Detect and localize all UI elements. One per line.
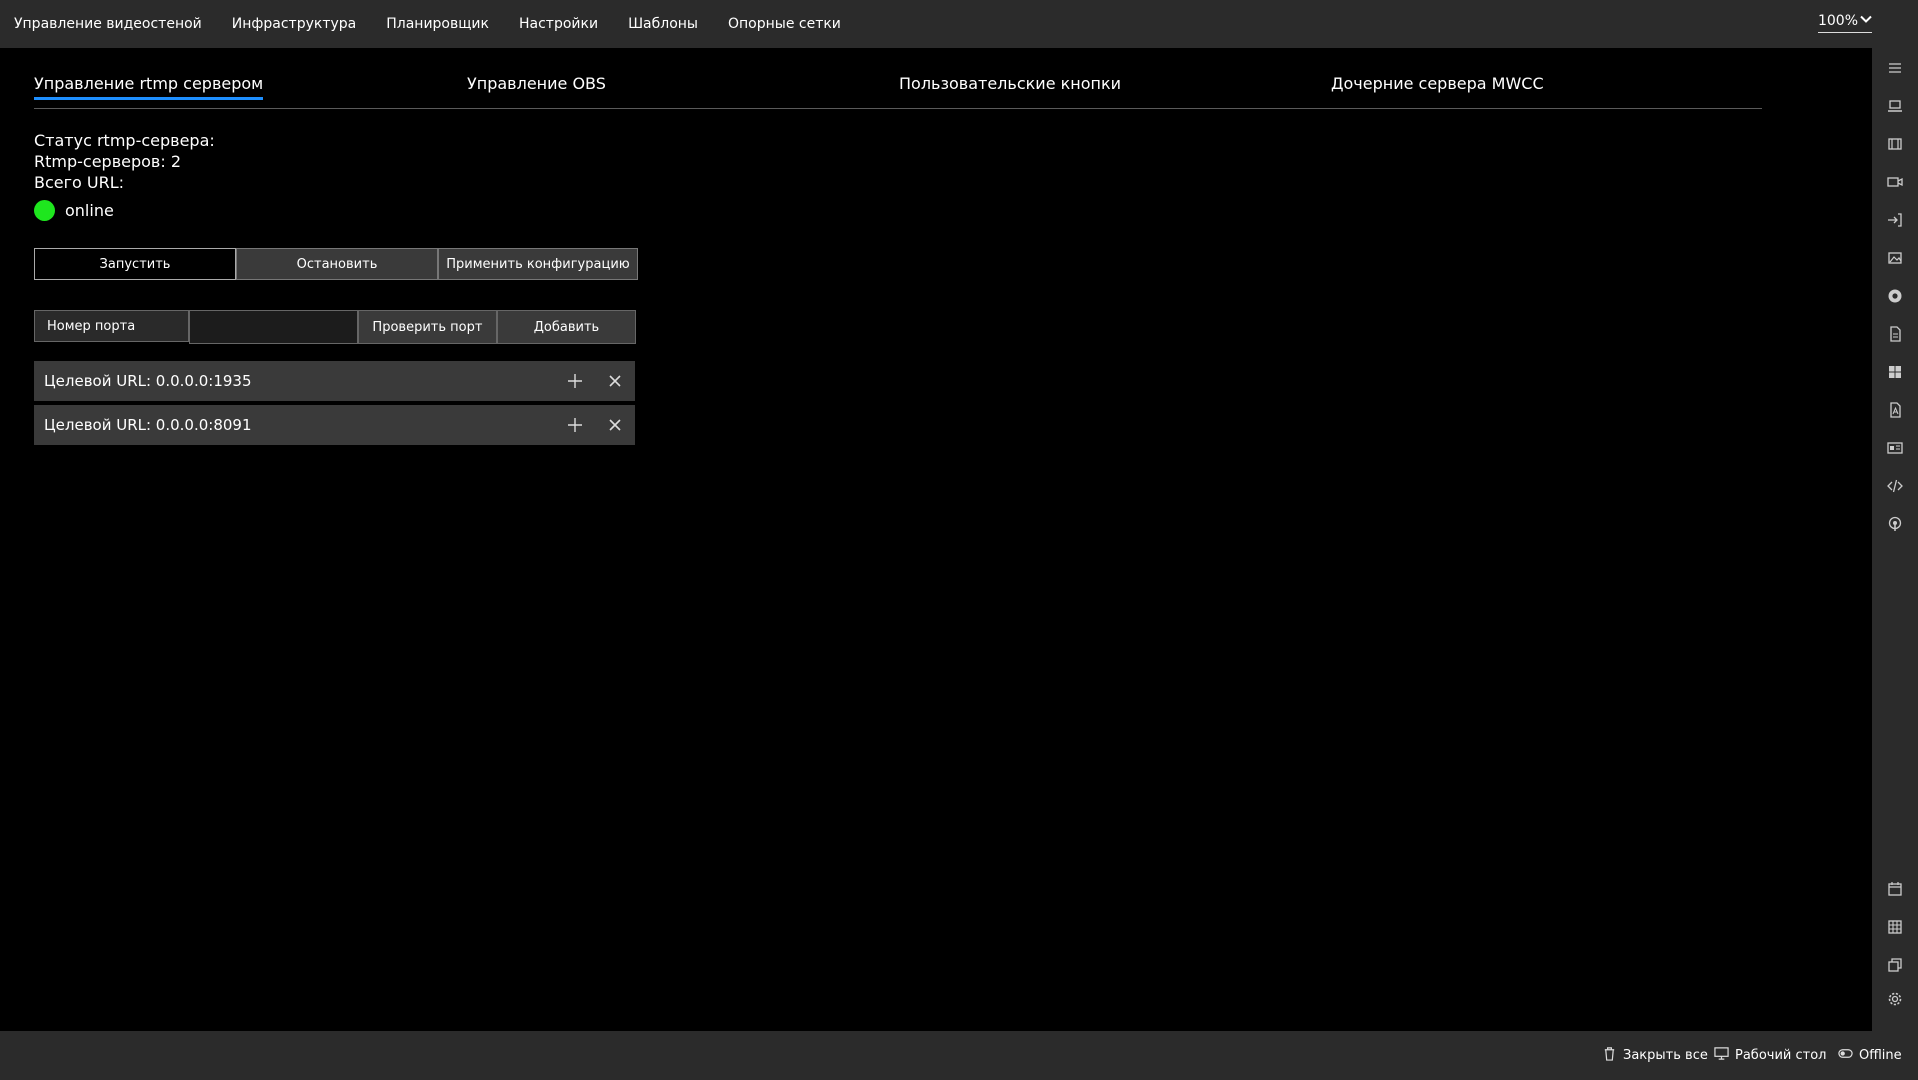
online-label: online [65, 201, 114, 220]
video-camera-icon[interactable] [1887, 174, 1903, 190]
plus-icon[interactable] [555, 361, 595, 401]
toggle-icon [1838, 1046, 1853, 1065]
right-sidebar [1872, 48, 1918, 1031]
check-port-button[interactable]: Проверить порт [357, 310, 497, 344]
tab-rtmp-server[interactable]: Управление rtmp сервером [34, 74, 264, 100]
film-icon[interactable] [1887, 136, 1903, 152]
zoom-value: 100% [1817, 13, 1858, 29]
laptop-icon[interactable] [1887, 98, 1903, 114]
image-icon[interactable] [1887, 250, 1903, 266]
trash-icon [1602, 1046, 1617, 1065]
close-icon[interactable] [595, 361, 635, 401]
menu-infrastructure[interactable]: Инфраструктура [232, 16, 356, 32]
apply-config-button[interactable]: Применить конфигурацию [438, 248, 638, 280]
desktop-label: Рабочий стол [1735, 1048, 1827, 1063]
server-actions: Запустить Остановить Применить конфигура… [34, 248, 638, 282]
add-port-button[interactable]: Добавить [496, 310, 637, 344]
grid-icon[interactable] [1887, 919, 1903, 935]
zoom-selector[interactable]: 100% [1817, 13, 1872, 33]
total-url-label: Всего URL: [34, 173, 125, 192]
rtmp-servers-count: Rtmp-серверов: 2 [34, 152, 182, 171]
close-all-button[interactable]: Закрыть все [1602, 1031, 1708, 1080]
list-item: Целевой URL: 0.0.0.0:8091 [34, 405, 635, 445]
calendar-icon[interactable] [1887, 881, 1903, 897]
online-indicator: online [34, 200, 114, 221]
gear-icon[interactable] [1887, 991, 1903, 1007]
desktop-button[interactable]: Рабочий стол [1714, 1031, 1826, 1080]
target-url-label: Целевой URL: 0.0.0.0:8091 [44, 416, 252, 434]
port-input[interactable] [190, 311, 357, 343]
top-menu-bar: Управление видеостеной Инфраструктура Пл… [0, 0, 1918, 48]
target-url-label: Целевой URL: 0.0.0.0:1935 [44, 372, 252, 390]
menu-scheduler[interactable]: Планировщик [386, 16, 489, 32]
offline-label: Offline [1859, 1048, 1902, 1063]
menu-videowall[interactable]: Управление видеостеной [14, 16, 202, 32]
tab-custom-buttons[interactable]: Пользовательские кнопки [899, 74, 1121, 93]
stop-button[interactable]: Остановить [236, 248, 438, 280]
rtmp-status-block: Статус rtmp-сервера: Rtmp-серверов: 2 Вс… [34, 130, 215, 193]
monitor-icon [1714, 1046, 1729, 1065]
plus-icon[interactable] [555, 405, 595, 445]
pdf-icon[interactable] [1887, 402, 1903, 418]
status-dot [34, 200, 55, 221]
code-icon[interactable] [1887, 478, 1903, 494]
close-all-label: Закрыть все [1623, 1048, 1708, 1063]
menu-templates[interactable]: Шаблоны [628, 16, 698, 32]
port-form: Номер порта Проверить порт Добавить [34, 310, 637, 344]
layers-icon[interactable] [1887, 957, 1903, 973]
menu-icon[interactable] [1887, 60, 1903, 76]
bottom-status-bar: Закрыть все Рабочий стол Offline [0, 1031, 1918, 1080]
main-menu: Управление видеостеной Инфраструктура Пл… [14, 0, 841, 48]
start-button[interactable]: Запустить [34, 248, 236, 280]
offline-toggle[interactable]: Offline [1838, 1031, 1902, 1080]
tab-bar: Управление rtmp сервером Управление OBS … [34, 70, 1762, 109]
podcast-icon[interactable] [1887, 516, 1903, 532]
chrome-icon[interactable] [1887, 288, 1903, 304]
document-icon[interactable] [1887, 326, 1903, 342]
tab-mwcc-children[interactable]: Дочерние сервера MWCC [1331, 74, 1544, 93]
port-label: Номер порта [34, 310, 190, 342]
sign-in-icon[interactable] [1887, 212, 1903, 228]
tab-obs[interactable]: Управление OBS [467, 74, 606, 93]
close-icon[interactable] [595, 405, 635, 445]
chevron-down-icon [1860, 13, 1872, 29]
windows-icon[interactable] [1887, 364, 1903, 380]
rtmp-status-label: Статус rtmp-сервера: [34, 131, 215, 150]
list-item: Целевой URL: 0.0.0.0:1935 [34, 361, 635, 401]
port-input-wrapper [189, 310, 358, 344]
menu-settings[interactable]: Настройки [519, 16, 598, 32]
menu-grids[interactable]: Опорные сетки [728, 16, 841, 32]
id-card-icon[interactable] [1887, 440, 1903, 456]
